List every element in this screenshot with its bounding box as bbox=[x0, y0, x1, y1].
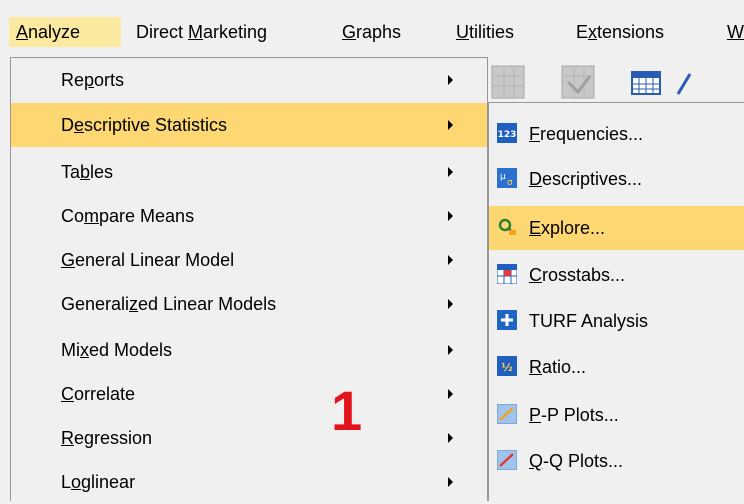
submenu-arrow-icon bbox=[448, 299, 453, 309]
submenu-arrow-icon bbox=[448, 433, 453, 443]
goto-variable-icon[interactable] bbox=[560, 64, 596, 100]
menu-item-generalized-linear-models[interactable]: Generalized Linear Models bbox=[11, 282, 487, 326]
submenu-item-explore[interactable]: Explore... bbox=[489, 206, 744, 250]
explore-icon bbox=[497, 217, 517, 237]
menu-item-reports[interactable]: Reports bbox=[11, 58, 487, 102]
menu-direct-marketing[interactable]: Direct Marketing bbox=[136, 17, 267, 47]
submenu-arrow-icon bbox=[448, 211, 453, 221]
submenu-arrow-icon bbox=[448, 167, 453, 177]
descriptives-icon: μσ bbox=[497, 168, 517, 188]
menu-analyze[interactable]: Analyze bbox=[9, 17, 121, 47]
menu-item-tables[interactable]: Tables bbox=[11, 150, 487, 194]
variable-view-icon[interactable] bbox=[670, 64, 700, 100]
submenu-arrow-icon bbox=[448, 389, 453, 399]
submenu-item-descriptives[interactable]: μσ Descriptives... bbox=[489, 157, 744, 201]
menu-item-loglinear[interactable]: Loglinear bbox=[11, 460, 487, 504]
submenu-arrow-icon bbox=[448, 477, 453, 487]
submenu-item-crosstabs[interactable]: Crosstabs... bbox=[489, 253, 744, 297]
svg-text:123: 123 bbox=[498, 130, 517, 140]
submenu-item-qq-plots[interactable]: Q-Q Plots... bbox=[489, 439, 744, 483]
ratio-icon: ½ bbox=[497, 356, 517, 376]
analyze-menu: Reports Descriptive Statistics Tables Co… bbox=[10, 57, 488, 501]
submenu-item-ratio[interactable]: ½ Ratio... bbox=[489, 345, 744, 389]
submenu-arrow-icon bbox=[448, 75, 453, 85]
menu-window[interactable]: W bbox=[727, 17, 744, 47]
submenu-arrow-icon bbox=[448, 255, 453, 265]
menu-item-regression[interactable]: Regression bbox=[11, 416, 487, 460]
menu-item-mixed-models[interactable]: Mixed Models bbox=[11, 328, 487, 372]
data-view-icon[interactable] bbox=[628, 64, 664, 100]
svg-text:½: ½ bbox=[501, 361, 512, 374]
frequencies-icon: 123 bbox=[497, 123, 517, 143]
menu-item-compare-means[interactable]: Compare Means bbox=[11, 194, 487, 238]
goto-case-icon[interactable] bbox=[490, 64, 526, 100]
menu-item-correlate[interactable]: Correlate bbox=[11, 372, 487, 416]
qq-plots-icon bbox=[496, 449, 518, 471]
svg-text:σ: σ bbox=[507, 178, 513, 188]
menu-item-descriptive-statistics[interactable]: Descriptive Statistics bbox=[11, 103, 487, 147]
menu-graphs[interactable]: Graphs bbox=[342, 17, 401, 47]
submenu-arrow-icon bbox=[448, 345, 453, 355]
menu-bar: Analyze Direct Marketing Graphs Utilitie… bbox=[0, 0, 744, 58]
step-number-annotation: 1 bbox=[331, 379, 363, 442]
menu-utilities[interactable]: Utilities bbox=[456, 17, 514, 47]
pp-plots-icon bbox=[496, 403, 518, 425]
submenu-arrow-icon bbox=[448, 120, 453, 130]
submenu-item-pp-plots[interactable]: P-P Plots... bbox=[489, 393, 744, 437]
submenu-item-turf-analysis[interactable]: TURF Analysis bbox=[489, 299, 744, 343]
descriptive-statistics-submenu: 123 Frequencies... μσ Descriptives... Ex… bbox=[488, 102, 744, 501]
crosstabs-icon bbox=[496, 263, 518, 285]
menu-item-general-linear-model[interactable]: General Linear Model bbox=[11, 238, 487, 282]
turf-icon bbox=[497, 310, 517, 330]
svg-text:μ: μ bbox=[500, 172, 506, 182]
menu-extensions[interactable]: Extensions bbox=[576, 17, 664, 47]
submenu-item-frequencies[interactable]: 123 Frequencies... bbox=[489, 112, 744, 156]
toolbar bbox=[488, 58, 744, 104]
